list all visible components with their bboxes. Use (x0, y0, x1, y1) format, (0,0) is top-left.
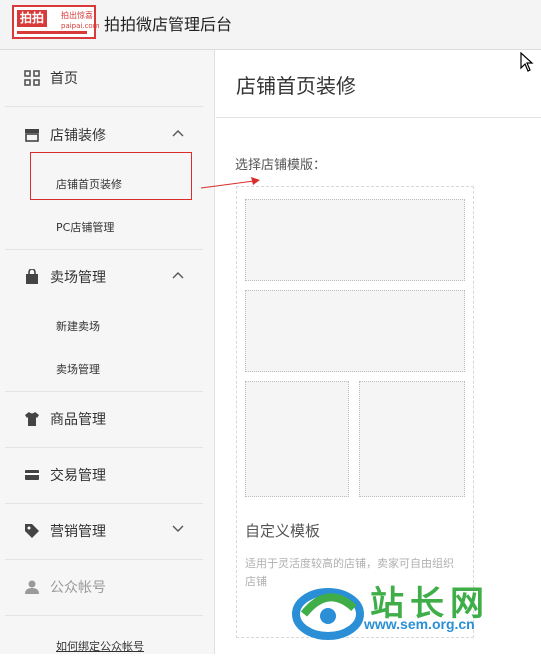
logo-brand: 拍拍 (17, 10, 48, 27)
logo-underline (17, 31, 87, 34)
mouse-cursor-icon (520, 52, 534, 72)
sidebar-subitem-bind-official-account[interactable]: 如何绑定公众帐号 (0, 627, 215, 663)
chevron-down-icon[interactable] (172, 525, 184, 533)
chevron-up-icon[interactable] (172, 129, 184, 137)
paipai-logo[interactable]: 拍拍 拍出惊喜 paipai.com (12, 5, 100, 39)
logo-domain: paipai.com (61, 22, 100, 30)
sidebar-subitem-label: 卖场管理 (56, 363, 100, 376)
sidebar-subitem-new-venue[interactable]: 新建卖场 (0, 307, 215, 343)
card-icon (25, 470, 39, 480)
chevron-up-icon[interactable] (172, 271, 184, 279)
sidebar-divider (5, 615, 203, 616)
sidebar-item-venue-management[interactable]: 卖场管理 (0, 249, 215, 305)
shopping-bag-icon (26, 269, 38, 284)
sidebar-subitem-label: 新建卖场 (56, 320, 100, 333)
bind-account-link[interactable]: 如何绑定公众帐号 (56, 638, 144, 654)
sidebar-item-label: 店铺装修 (50, 128, 106, 144)
top-header: 拍拍 拍出惊喜 paipai.com 拍拍微店管理后台 (0, 0, 541, 50)
sidebar-item-label: 交易管理 (50, 468, 106, 484)
template-name: 自定义模板 (245, 522, 321, 540)
watermark-swirl-icon (292, 588, 364, 640)
store-icon (25, 129, 39, 142)
template-preview-block (245, 199, 465, 281)
sidebar-item-label: 首页 (50, 71, 78, 87)
user-icon (25, 580, 39, 594)
sidebar-item-product-management[interactable]: 商品管理 (0, 391, 215, 447)
title-divider (216, 117, 541, 118)
tshirt-icon (25, 412, 39, 426)
logo-tagline: 拍出惊喜 (61, 11, 93, 20)
grid-icon (24, 70, 40, 86)
sidebar-item-label: 营销管理 (50, 524, 106, 540)
sidebar-subitem-label: PC店铺管理 (56, 221, 115, 234)
annotation-highlight-box (30, 152, 192, 200)
watermark-logo: 站长网 www.sem.org.cn (292, 568, 538, 652)
sidebar-item-marketing-management[interactable]: 营销管理 (0, 503, 215, 559)
sidebar-subitem-venue-management[interactable]: 卖场管理 (0, 350, 215, 386)
template-select-label: 选择店铺模版： (235, 158, 327, 173)
app-title: 拍拍微店管理后台 (104, 15, 233, 34)
sidebar-item-home[interactable]: 首页 (0, 50, 215, 106)
sidebar-item-label: 商品管理 (50, 412, 106, 428)
template-preview-block (245, 381, 349, 497)
page-title: 店铺首页装修 (236, 74, 356, 98)
sidebar-item-label: 公众帐号 (50, 580, 106, 596)
sidebar-item-transaction-management[interactable]: 交易管理 (0, 447, 215, 503)
tag-icon (25, 524, 39, 538)
sidebar-item-label: 卖场管理 (50, 270, 106, 286)
template-preview-block (359, 381, 465, 497)
sidebar-item-official-account[interactable]: 公众帐号 (0, 559, 215, 615)
template-preview-block (245, 290, 465, 372)
watermark-url: www.sem.org.cn (364, 616, 475, 632)
sidebar: 首页 店铺装修 店铺首页装修 PC店铺管理 卖场管理 新建卖场 卖场管理 商品管… (0, 50, 215, 654)
sidebar-subitem-pc-store-management[interactable]: PC店铺管理 (0, 208, 215, 244)
